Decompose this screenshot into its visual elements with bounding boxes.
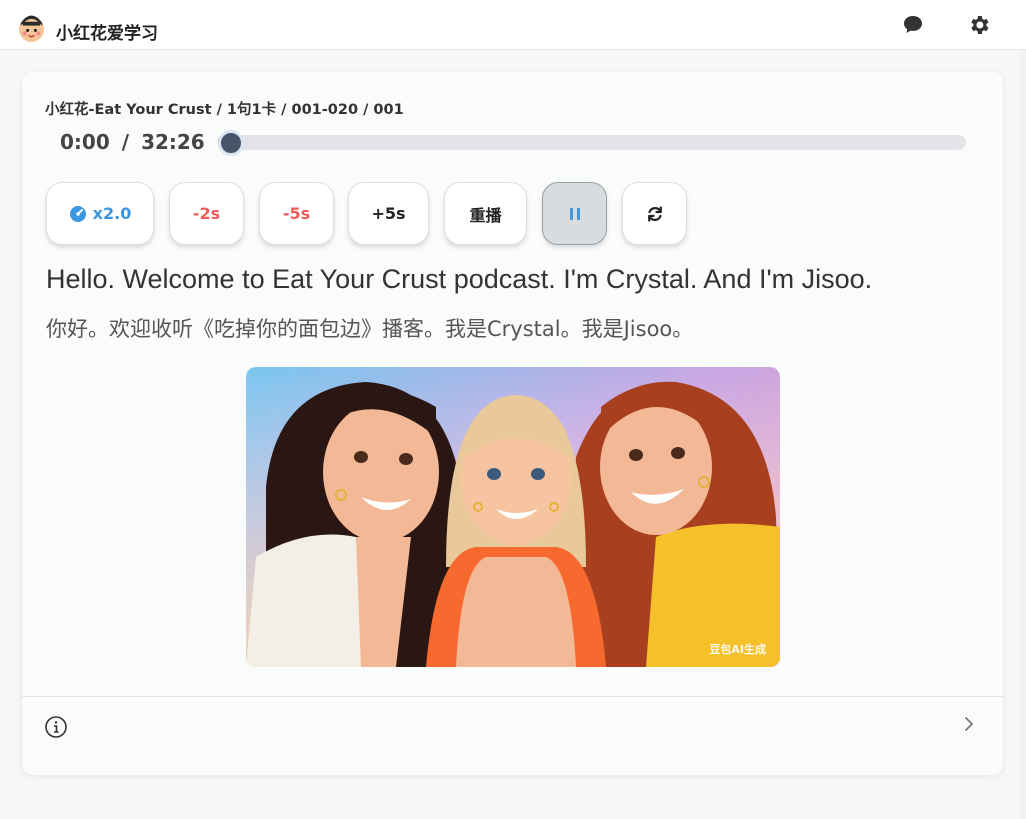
info-icon[interactable] <box>44 715 68 739</box>
chevron-right-icon[interactable] <box>960 713 978 735</box>
page-scrollbar[interactable] <box>1020 50 1026 819</box>
sentence-illustration: 豆包AI生成 <box>246 367 780 667</box>
progress-handle[interactable] <box>218 130 245 156</box>
pause-icon <box>569 207 580 220</box>
three-women-image <box>246 367 780 667</box>
time-display: 0:00 / 32:26 <box>60 130 205 154</box>
forward-5s-button[interactable]: +5s <box>348 182 429 245</box>
card-footer <box>22 696 1003 775</box>
sentence-english[interactable]: Hello. Welcome to Eat Your Crust podcast… <box>46 264 872 295</box>
loop-button[interactable] <box>622 182 687 245</box>
sentence-chinese[interactable]: 你好。欢迎收听《吃掉你的面包边》播客。我是Crystal。我是Jisoo。 <box>46 313 693 343</box>
app-title: 小红花爱学习 <box>56 24 158 44</box>
pause-button[interactable] <box>542 182 607 245</box>
rewind-2s-button[interactable]: -2s <box>169 182 244 245</box>
speed-button[interactable]: x2.0 <box>46 182 154 245</box>
total-time: 32:26 <box>141 130 205 154</box>
chat-icon[interactable] <box>901 13 925 37</box>
top-bar: 小红花爱学习 <box>0 0 1026 50</box>
image-watermark: 豆包AI生成 <box>709 643 766 656</box>
current-time: 0:00 <box>60 130 110 154</box>
speed-icon <box>69 205 86 222</box>
progress-bar[interactable] <box>218 130 966 156</box>
rewind-5s-button[interactable]: -5s <box>259 182 334 245</box>
study-card: 小红花-Eat Your Crust / 1句1卡 / 001-020 / 00… <box>22 72 1003 775</box>
speed-label: x2.0 <box>92 204 132 223</box>
time-separator: / <box>121 130 130 154</box>
replay-button[interactable]: 重播 <box>444 182 527 245</box>
breadcrumb[interactable]: 小红花-Eat Your Crust / 1句1卡 / 001-020 / 00… <box>45 98 404 119</box>
gear-icon[interactable] <box>967 13 991 37</box>
logo-icon <box>18 15 45 43</box>
loop-icon <box>647 205 662 222</box>
